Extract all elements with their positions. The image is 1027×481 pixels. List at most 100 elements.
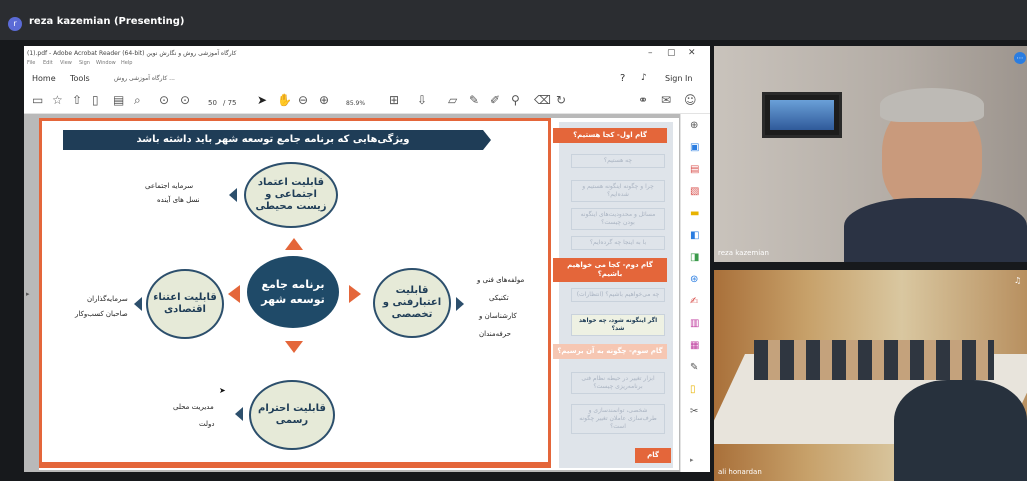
export-pdf-icon[interactable]: ▣ bbox=[690, 142, 699, 154]
menu-help[interactable]: Help bbox=[121, 60, 132, 66]
step-item: چه می‌خواهیم باشیم؟ (انتظارات) bbox=[571, 288, 665, 302]
presenter-avatar: r bbox=[8, 17, 22, 31]
email-icon[interactable]: ✉ bbox=[661, 93, 671, 107]
menu-window[interactable]: Window bbox=[96, 60, 116, 66]
bullet-item: سرمایه اجتماعی bbox=[145, 182, 194, 190]
share-link-icon[interactable]: ⚭ bbox=[638, 93, 648, 107]
maximize-icon[interactable]: ▢ bbox=[667, 48, 676, 58]
banner-arrow bbox=[483, 130, 491, 150]
protect-icon[interactable]: ⊛ bbox=[690, 274, 698, 286]
bottom-node: قابلیت احترام رسمی bbox=[249, 380, 335, 450]
help-icon[interactable]: ? bbox=[620, 73, 625, 84]
zoom-icon[interactable]: ⊕ bbox=[690, 120, 698, 132]
bullet-item: صاحبان کسب‌وکار bbox=[75, 310, 128, 318]
edit-pdf-icon[interactable]: ✎ bbox=[690, 362, 698, 374]
top-node: قابلیت اعتماد اجتماعی و زیست محیطی bbox=[244, 162, 338, 228]
foreground-participant bbox=[894, 380, 1027, 481]
combine-icon[interactable]: ◧ bbox=[690, 230, 699, 242]
tab-tools[interactable]: Tools bbox=[70, 74, 90, 83]
zoom-level[interactable]: 85.9% bbox=[346, 97, 365, 111]
sign-in-link[interactable]: Sign In bbox=[665, 74, 692, 83]
step-item: با به اینجا چه گرده‌ایم؟ bbox=[571, 236, 665, 250]
more-tools-icon[interactable]: ✂ bbox=[690, 406, 698, 418]
highlight-icon[interactable]: ✐ bbox=[490, 93, 500, 107]
right-node: قابلیت اعتبارفنی و تخصصی bbox=[373, 268, 451, 338]
arrow-down bbox=[285, 341, 303, 353]
bullet-item: حرفه‌مندان bbox=[479, 330, 511, 338]
step-item: شخصی، توانمندسازی و طرف‌سازی عاملان تغیی… bbox=[571, 404, 665, 434]
fill-sign-icon[interactable]: ✍ bbox=[690, 296, 698, 308]
bullet-item: دولت bbox=[199, 420, 215, 428]
upload-icon[interactable]: ⇧ bbox=[72, 93, 82, 107]
step-item: چه هستیم؟ bbox=[571, 154, 665, 168]
print-icon[interactable]: ▤ bbox=[113, 93, 124, 107]
zoom-out-icon[interactable]: ⊖ bbox=[298, 93, 308, 107]
bullet-item: مولفه‌های فنی و bbox=[477, 276, 525, 284]
presenter-hair bbox=[880, 88, 984, 122]
arrow-up bbox=[285, 238, 303, 250]
pen-icon[interactable]: ✎ bbox=[469, 93, 479, 107]
next-page-icon[interactable]: ⊙ bbox=[180, 93, 190, 107]
account-icon[interactable]: ☺ bbox=[684, 93, 697, 107]
presenter-suit bbox=[844, 198, 1027, 262]
center-node: برنامه جامع توسعه شهر bbox=[247, 256, 339, 328]
create-pdf-icon[interactable]: ▧ bbox=[690, 186, 699, 198]
tabs-bar: Home Tools کارگاه آموزشی روش ... ? ♪ Sig… bbox=[24, 70, 710, 88]
video-tile-presenter[interactable]: ⋯ reza kazemian bbox=[714, 46, 1027, 262]
tab-home[interactable]: Home bbox=[32, 74, 56, 83]
page-number-input[interactable]: 50 bbox=[208, 96, 217, 110]
presenter-label: reza kazemian (Presenting) bbox=[29, 16, 185, 27]
participant-name: reza kazemian bbox=[718, 249, 769, 257]
stamp-icon[interactable]: ⚲ bbox=[511, 93, 520, 107]
menu-sign[interactable]: Sign bbox=[79, 60, 90, 66]
delete-icon[interactable]: ⌫ bbox=[534, 93, 551, 107]
pointer-left bbox=[134, 297, 142, 311]
bell-icon[interactable]: ♪ bbox=[641, 73, 647, 83]
prev-page-icon[interactable]: ⊙ bbox=[159, 93, 169, 107]
pdf-page: ویژگی‌هایی که برنامه جامع توسعه شهر باید… bbox=[39, 118, 679, 470]
step-item: ابزار تغییر در حیطه نظام فنی برنامه‌ریزی… bbox=[571, 372, 665, 394]
scroll-mode-icon[interactable]: ⇩ bbox=[417, 93, 427, 107]
comment-tool-icon[interactable]: ▬ bbox=[690, 208, 699, 220]
request-sign-icon[interactable]: ▦ bbox=[690, 340, 699, 352]
menu-file[interactable]: File bbox=[27, 60, 35, 66]
left-panel-toggle-icon[interactable]: ▸ bbox=[26, 290, 30, 298]
tab-document[interactable]: کارگاه آموزشی روش ... bbox=[114, 75, 175, 82]
menu-edit[interactable]: Edit bbox=[43, 60, 53, 66]
bullet-item: نسل های آینده bbox=[157, 196, 200, 204]
step-item: اگر اینگونه شود، چه خواهد شد؟ bbox=[571, 314, 665, 336]
comment-icon[interactable]: ▱ bbox=[448, 93, 457, 107]
document-view[interactable]: ویژگی‌هایی که برنامه جامع توسعه شهر باید… bbox=[24, 114, 680, 472]
participants-row bbox=[754, 340, 994, 380]
send-icon[interactable]: ▥ bbox=[690, 318, 699, 330]
participant-name: ali honardan bbox=[718, 468, 762, 476]
pointer-right bbox=[456, 297, 464, 311]
more-options-icon[interactable]: ⋯ bbox=[1014, 52, 1026, 64]
save-icon[interactable]: ▭ bbox=[32, 93, 43, 107]
minimize-icon[interactable]: – bbox=[648, 48, 653, 58]
bookmark-star-icon[interactable]: ☆ bbox=[52, 93, 63, 107]
expand-icon[interactable]: ▸ bbox=[690, 454, 694, 466]
bullet-item: مدیریت محلی bbox=[173, 403, 214, 411]
file-icon[interactable]: ▯ bbox=[92, 93, 99, 107]
fit-page-icon[interactable]: ⊞ bbox=[389, 93, 399, 107]
menu-view[interactable]: View bbox=[60, 60, 72, 66]
zoom-in-icon[interactable]: ⊕ bbox=[319, 93, 329, 107]
step2-header: گام دوم- کجا می خواهیم باشیم؟ bbox=[553, 258, 667, 282]
step-item: چرا و چگونه اینگونه هستیم و شده‌ایم؟ bbox=[571, 180, 665, 202]
compress-icon[interactable]: ◨ bbox=[690, 252, 699, 264]
window-title: (1).pdf - Adobe Acrobat Reader (64-bit) … bbox=[27, 50, 237, 57]
tv-screen bbox=[762, 92, 842, 138]
shared-screen: (1).pdf - Adobe Acrobat Reader (64-bit) … bbox=[24, 46, 710, 472]
close-icon[interactable]: ✕ bbox=[688, 48, 696, 58]
video-tile-room[interactable]: ♫ ali honardan bbox=[714, 270, 1027, 481]
stamp-tool-icon[interactable]: ▯ bbox=[690, 384, 696, 396]
select-cursor-icon[interactable]: ➤ bbox=[257, 93, 267, 107]
hand-tool-icon[interactable]: ✋ bbox=[277, 93, 292, 107]
search-icon[interactable]: ⌕ bbox=[134, 93, 141, 107]
arrow-right bbox=[349, 285, 361, 303]
organize-pages-icon[interactable]: ▤ bbox=[690, 164, 699, 176]
pointer-bottom bbox=[235, 407, 243, 421]
rotate-icon[interactable]: ↻ bbox=[556, 93, 566, 107]
bullet-item: کارشناسان و bbox=[479, 312, 517, 320]
